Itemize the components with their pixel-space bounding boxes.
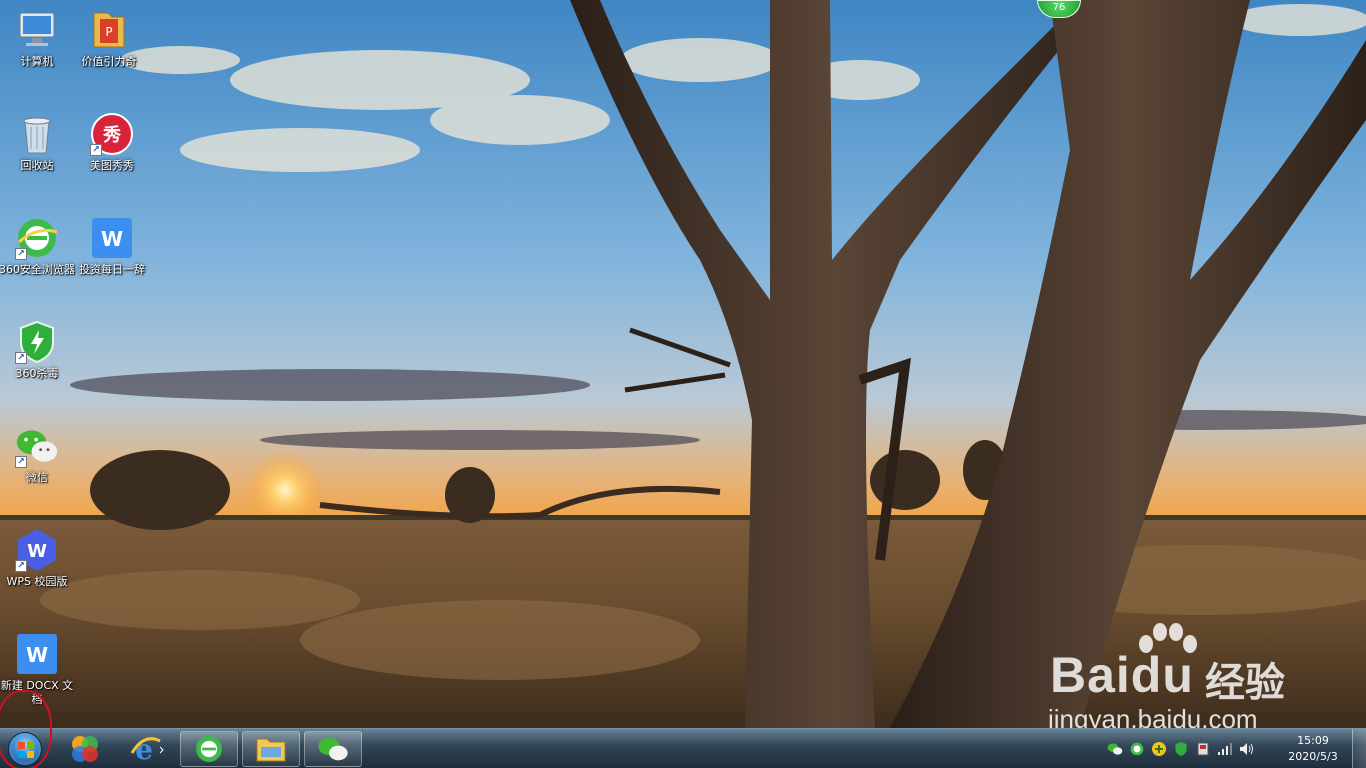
folder-icon: P <box>87 8 131 52</box>
browser-360-icon <box>196 736 222 762</box>
watermark-cn: 经验 <box>1205 660 1285 706</box>
volume-icon[interactable] <box>1238 740 1256 758</box>
shortcut-arrow-icon: ↗ <box>90 144 102 156</box>
device-tray-icon[interactable] <box>1194 740 1212 758</box>
ie-icon: e <box>130 733 164 765</box>
shortcut-arrow-icon: ↗ <box>15 456 27 468</box>
shortcut-arrow-icon: ↗ <box>15 560 27 572</box>
taskbar-360-browser[interactable] <box>180 731 238 767</box>
start-button[interactable] <box>2 730 48 768</box>
desktop-icon-computer[interactable]: 计算机 <box>1 8 73 69</box>
wps-campus-icon: W ↗ <box>15 528 59 572</box>
taskbar: e 15:09 2020/5/3 <box>0 728 1366 768</box>
wechat-icon: ↗ <box>15 424 59 468</box>
taskbar-media-app[interactable] <box>56 731 114 767</box>
svg-text:W: W <box>26 643 48 667</box>
taskbar-file-explorer[interactable] <box>242 731 300 767</box>
shortcut-arrow-icon: ↗ <box>15 248 27 260</box>
desktop-icon-meitu[interactable]: 秀 ↗ 美图秀秀 <box>76 112 148 173</box>
add-tray-icon[interactable] <box>1150 740 1168 758</box>
windows-flag-icon <box>8 732 42 766</box>
desktop-icon-wechat[interactable]: ↗ 微信 <box>1 424 73 485</box>
svg-text:W: W <box>101 227 123 251</box>
desktop-icon-360-browser[interactable]: ↗ 360安全浏览器 <box>0 216 75 277</box>
computer-icon <box>15 8 59 52</box>
recycle-bin-icon <box>15 112 59 156</box>
svg-text:W: W <box>27 541 47 562</box>
colorful-app-icon <box>72 736 98 762</box>
wechat-tray-icon[interactable] <box>1106 740 1124 758</box>
desktop-icon-docx[interactable]: W 新建 DOCX 文档 <box>1 632 73 707</box>
baidu-watermark: Baidu 经验 jingyan.baidu.com <box>1040 620 1340 735</box>
svg-text:秀: 秀 <box>102 125 121 146</box>
desktop-icon-wps-campus[interactable]: W ↗ WPS 校园版 <box>1 528 73 589</box>
clock-time: 15:09 <box>1297 734 1329 747</box>
desktop-icon-folder[interactable]: P 价值引力奇 <box>73 8 145 69</box>
system-tray <box>1102 729 1278 768</box>
wps-doc-icon: W <box>90 216 134 260</box>
browser-360-tray-icon[interactable] <box>1128 740 1146 758</box>
desktop-icon-wps-doc[interactable]: W 投资每日一辞 <box>76 216 148 277</box>
clock-date: 2020/5/3 <box>1288 750 1338 763</box>
signal-icon[interactable] <box>1216 740 1234 758</box>
shortcut-arrow-icon: ↗ <box>15 352 27 364</box>
taskbar-internet-explorer[interactable]: e <box>118 731 176 767</box>
svg-text:P: P <box>105 25 112 39</box>
desktop-icon-recycle-bin[interactable]: 回收站 <box>1 112 73 173</box>
docx-icon: W <box>15 632 59 676</box>
taskbar-wechat[interactable] <box>304 731 362 767</box>
wechat-icon <box>318 737 348 761</box>
taskbar-clock[interactable]: 15:09 2020/5/3 <box>1280 733 1346 765</box>
shield-tray-icon[interactable] <box>1172 740 1190 758</box>
watermark-brand: Baidu <box>1050 647 1194 703</box>
desktop-icon-360-antivirus[interactable]: ↗ 360杀毒 <box>1 320 73 381</box>
desktop-wallpaper <box>0 0 1366 728</box>
meitu-icon: 秀 ↗ <box>90 112 134 156</box>
antivirus-360-icon: ↗ <box>15 320 59 364</box>
show-desktop-button[interactable] <box>1352 729 1366 768</box>
folder-icon <box>256 738 286 762</box>
browser-360-icon: ↗ <box>15 216 59 260</box>
